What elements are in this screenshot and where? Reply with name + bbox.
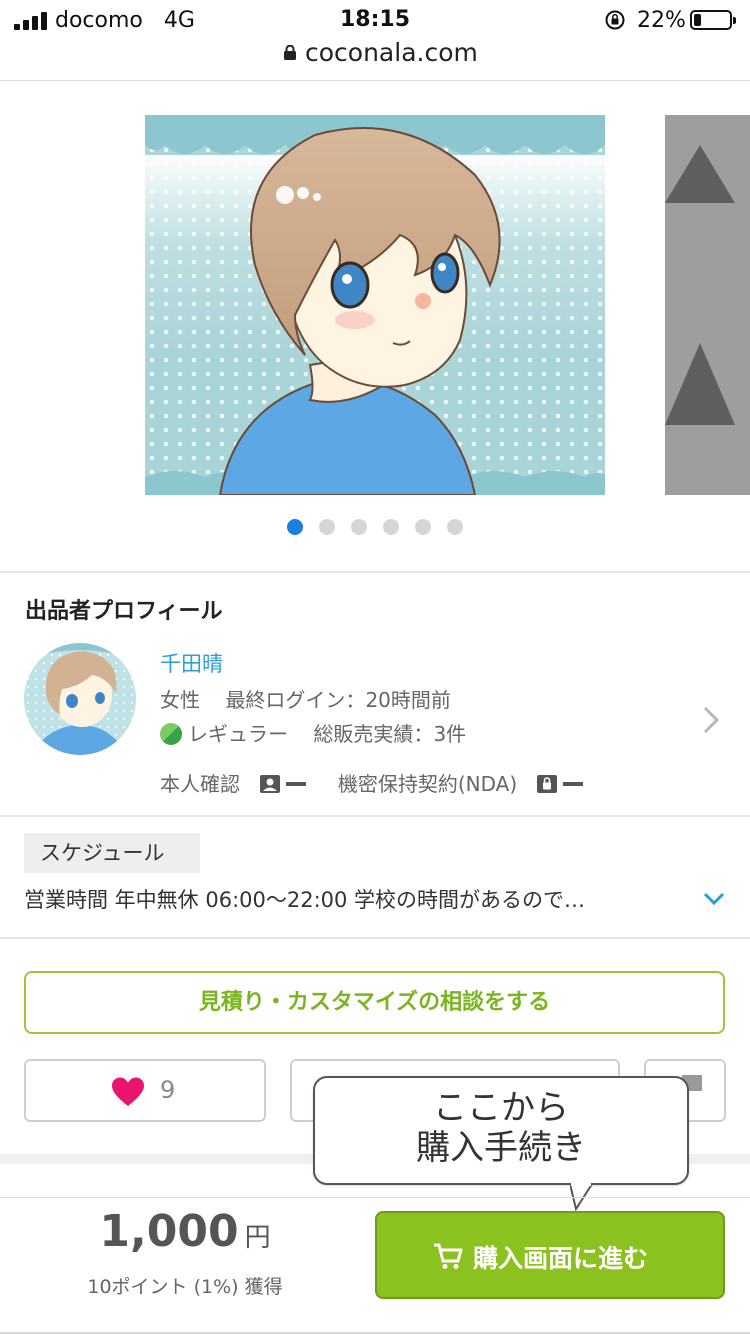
price: 1,000 円 — [0, 1206, 370, 1257]
carousel-dot[interactable] — [319, 519, 335, 535]
divider — [0, 815, 750, 817]
seller-avatar[interactable] — [24, 643, 136, 755]
last-login-label: 最終ログイン： — [225, 688, 366, 712]
battery-percent: 22% — [637, 8, 686, 33]
callout-line-2: 購入手続き — [416, 1128, 586, 1168]
carousel-dot[interactable] — [287, 519, 303, 535]
last-login-value: 20時間前 — [365, 688, 451, 712]
purchase-callout: ここから 購入手続き — [313, 1076, 689, 1185]
avatar-image — [24, 643, 136, 755]
nda-status-dash — [563, 782, 584, 786]
battery-icon — [690, 10, 736, 30]
heart-icon — [112, 1077, 144, 1106]
url-text[interactable]: coconala.com — [305, 38, 478, 67]
divider — [0, 937, 750, 939]
carousel-dot[interactable] — [447, 519, 463, 535]
seller-rank-line: レギュラー 総販売実績：3件 — [160, 718, 466, 747]
consult-button[interactable]: 見積り・カスタマイズの相談をする — [24, 971, 725, 1034]
nda-lock-icon — [537, 775, 558, 793]
points-text: 10ポイント (1%) 獲得 — [87, 1276, 283, 1298]
seller-gender: 女性 — [160, 688, 200, 712]
avatar-illustration — [145, 115, 605, 495]
seller-name-link[interactable]: 千田晴 — [160, 648, 223, 678]
schedule-label: スケジュール — [24, 833, 200, 873]
seller-meta-line: 女性 最終ログイン：20時間前 — [160, 684, 451, 713]
battery-level — [694, 14, 701, 26]
lock-icon — [284, 45, 296, 60]
carousel-image-next[interactable] — [665, 115, 750, 495]
sales-label: 総販売実績： — [313, 722, 434, 746]
orientation-lock-icon — [605, 10, 625, 30]
buy-button-label: 購入画面に進む — [473, 1244, 649, 1273]
favorite-button[interactable]: 9 — [24, 1059, 266, 1122]
section-title-profile: 出品者プロフィール — [25, 599, 223, 624]
buy-button[interactable]: 購入画面に進む — [375, 1211, 725, 1299]
identity-status-dash — [286, 782, 307, 786]
status-bar: docomo 4G 18:15 22% — [0, 0, 750, 42]
next-slide-preview — [665, 145, 735, 425]
id-card-icon — [260, 775, 281, 793]
divider — [0, 571, 750, 573]
chevron-down-icon[interactable] — [703, 892, 725, 906]
identity-label: 本人確認 — [160, 772, 240, 796]
carousel-dot[interactable] — [383, 519, 399, 535]
rank-badge-icon — [160, 723, 182, 745]
divider — [0, 1197, 750, 1198]
carousel-dot[interactable] — [415, 519, 431, 535]
cart-icon — [434, 1243, 463, 1269]
nda-label: 機密保持契約(NDA) — [337, 772, 518, 796]
sales-value: 3件 — [433, 722, 467, 746]
chevron-right-icon[interactable] — [702, 705, 720, 735]
price-value: 1,000 — [99, 1206, 239, 1257]
rank-label: レギュラー — [188, 722, 288, 746]
callout-tail — [570, 1183, 593, 1212]
favorite-count: 9 — [160, 1076, 176, 1104]
carousel-image-main[interactable] — [145, 115, 605, 495]
schedule-text: 営業時間 年中無休 06:00〜22:00 学校の時間があるので… — [24, 888, 586, 912]
carousel-dot[interactable] — [351, 519, 367, 535]
callout-line-1: ここから — [433, 1088, 569, 1128]
price-unit: 円 — [244, 1223, 271, 1253]
verification-line: 本人確認 機密保持契約(NDA) — [160, 768, 584, 797]
